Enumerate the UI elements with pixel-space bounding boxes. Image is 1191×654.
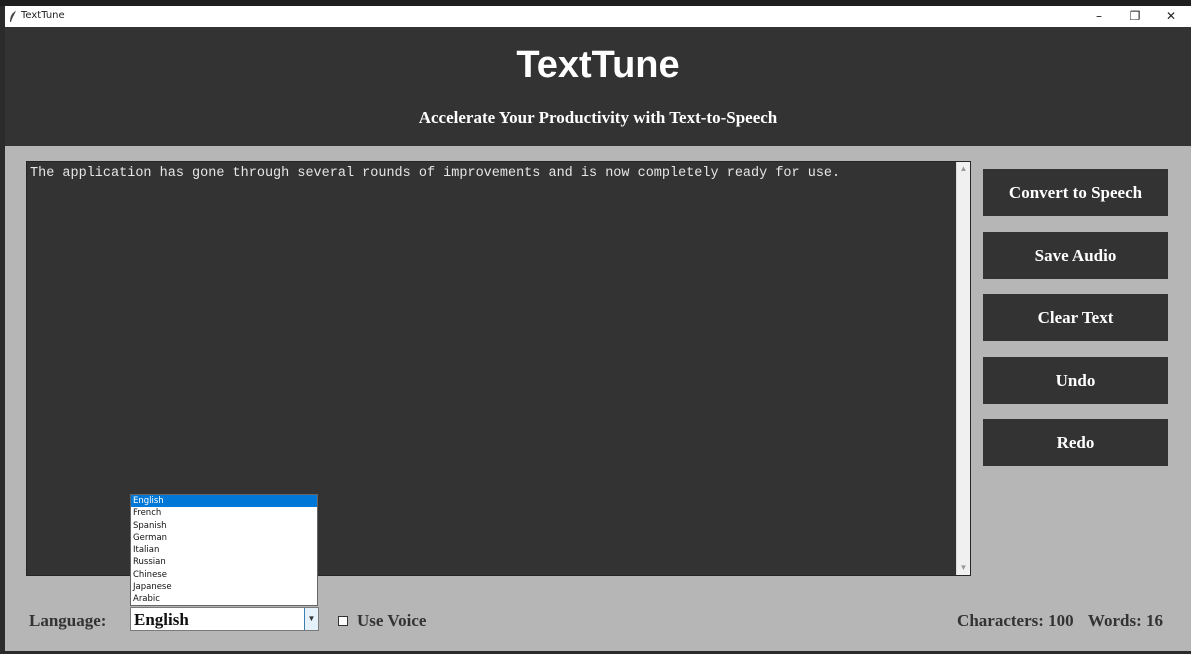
- scroll-down-icon[interactable]: ▼: [957, 562, 970, 574]
- editor-scrollbar[interactable]: ▲ ▼: [956, 162, 970, 575]
- scroll-up-icon[interactable]: ▲: [957, 163, 970, 175]
- language-option[interactable]: French: [131, 507, 317, 519]
- chevron-down-icon[interactable]: ▼: [304, 608, 318, 630]
- checkbox-box[interactable]: [338, 616, 348, 626]
- language-option[interactable]: Arabic: [131, 593, 317, 605]
- undo-button[interactable]: Undo: [983, 357, 1168, 404]
- redo-button[interactable]: Redo: [983, 419, 1168, 466]
- language-option[interactable]: Russian: [131, 556, 317, 568]
- character-count: Characters: 100: [957, 611, 1074, 630]
- maximize-button[interactable]: ❐: [1117, 6, 1153, 27]
- save-audio-button[interactable]: Save Audio: [983, 232, 1168, 279]
- app-header: TextTune Accelerate Your Productivity wi…: [5, 27, 1191, 146]
- use-voice-label: Use Voice: [357, 611, 427, 630]
- clear-text-button[interactable]: Clear Text: [983, 294, 1168, 341]
- app-title: TextTune: [516, 44, 680, 86]
- word-count: Words: 16: [1087, 611, 1163, 630]
- convert-to-speech-button[interactable]: Convert to Speech: [983, 169, 1168, 216]
- feather-icon: [8, 9, 18, 23]
- language-selected-value: English: [134, 610, 189, 629]
- use-voice-checkbox[interactable]: Use Voice: [338, 611, 426, 631]
- language-option[interactable]: Spanish: [131, 520, 317, 532]
- language-dropdown-list[interactable]: English French Spanish German Italian Ru…: [130, 494, 318, 606]
- language-label: Language:: [29, 611, 107, 630]
- close-button[interactable]: ✕: [1153, 6, 1189, 27]
- text-stats: Characters: 100 Words: 16: [957, 611, 1163, 631]
- window-title: TextTune: [21, 10, 65, 21]
- minimize-button[interactable]: –: [1081, 6, 1117, 27]
- window-titlebar: TextTune – ❐ ✕: [5, 6, 1191, 28]
- main-panel: The application has gone through several…: [5, 146, 1191, 651]
- language-option[interactable]: Japanese: [131, 581, 317, 593]
- language-option[interactable]: English: [131, 495, 317, 508]
- language-option[interactable]: Italian: [131, 544, 317, 556]
- language-option[interactable]: German: [131, 532, 317, 544]
- app-tagline: Accelerate Your Productivity with Text-t…: [418, 108, 778, 127]
- language-select[interactable]: English ▼: [130, 607, 319, 631]
- language-option[interactable]: Chinese: [131, 569, 317, 581]
